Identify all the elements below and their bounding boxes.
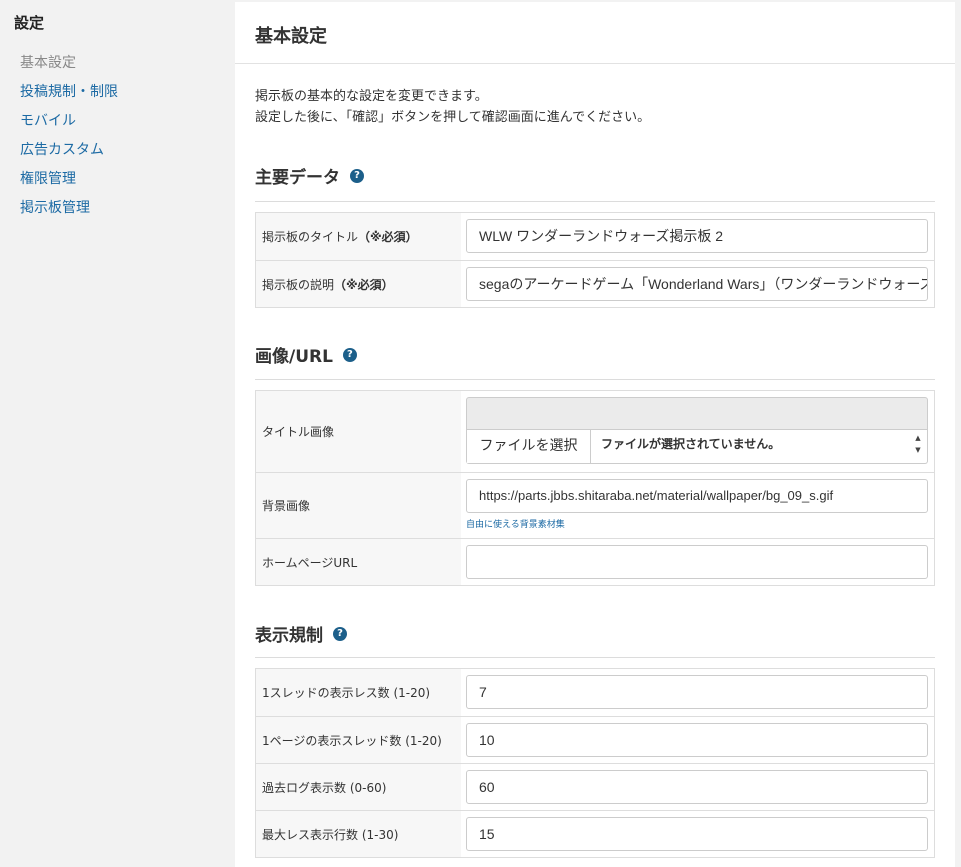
table-row: 1スレッドの表示レス数 (1-20) 7	[256, 669, 934, 716]
homepage-url-input[interactable]	[466, 545, 928, 579]
bg-image-input[interactable]: https://parts.jbbs.shitaraba.net/materia…	[466, 479, 928, 513]
table-row: 掲示板のタイトル （※必須） WLW ワンダーランドウォーズ掲示板 2	[256, 213, 934, 260]
title-image-label: タイトル画像	[256, 391, 461, 472]
page-title: 基本設定	[255, 26, 327, 47]
table-row: タイトル画像 ファイルを選択 ファイルが選択されていません。 ▲ ▼	[256, 391, 934, 472]
spin-up-icon[interactable]: ▲	[913, 432, 923, 444]
section-heading-text: 画像/URL	[255, 347, 333, 367]
required-mark: （※必須）	[334, 277, 394, 292]
board-title-label: 掲示板のタイトル （※必須）	[256, 213, 461, 260]
intro-line-2: 設定した後に、「確認」ボタンを押して確認画面に進んでください。	[255, 110, 651, 125]
sidebar-title: 設定	[14, 14, 45, 32]
sidebar-item-ad-custom[interactable]: 広告カスタム	[20, 140, 118, 169]
section-divider	[255, 201, 935, 202]
choose-file-button[interactable]: ファイルを選択	[467, 430, 591, 463]
section-heading-main-data: 主要データ ?	[255, 163, 364, 188]
section-heading-text: 主要データ	[255, 168, 340, 188]
page-thread-count-input[interactable]: 10	[466, 723, 928, 757]
help-icon[interactable]: ?	[333, 626, 347, 641]
page-thread-count-label: 1ページの表示スレッド数 (1-20)	[256, 717, 461, 763]
table-row: 最大レス表示行数 (1-30) 15	[256, 810, 934, 857]
help-icon[interactable]: ?	[342, 347, 357, 362]
intro-line-1: 掲示板の基本的な設定を変更できます。	[255, 89, 488, 104]
thread-res-count-input[interactable]: 7	[466, 675, 928, 709]
file-status-text: ファイルが選択されていません。	[601, 437, 781, 451]
sidebar-item-post-restrictions[interactable]: 投稿規制・制限	[20, 82, 118, 111]
file-input: ファイルを選択 ファイルが選択されていません。 ▲ ▼	[466, 430, 928, 464]
max-res-lines-label: 最大レス表示行数 (1-30)	[256, 811, 461, 857]
section-heading-display: 表示規制 ?	[255, 621, 347, 646]
bg-material-link[interactable]: 自由に使える背景素材集	[466, 517, 928, 530]
table-row: ホームページURL	[256, 538, 934, 585]
bg-image-label: 背景画像	[256, 473, 461, 538]
section-heading-text: 表示規制	[255, 626, 323, 646]
intro-text: 掲示板の基本的な設定を変更できます。 設定した後に、「確認」ボタンを押して確認画…	[255, 86, 650, 128]
main-panel: 基本設定 掲示板の基本的な設定を変更できます。 設定した後に、「確認」ボタンを押…	[235, 2, 955, 867]
sidebar-nav: 基本設定 投稿規制・制限 モバイル 広告カスタム 権限管理 掲示板管理	[20, 53, 118, 227]
board-desc-input[interactable]: segaのアーケードゲーム「Wonderland Wars」（ワンダーランドウォ…	[466, 267, 928, 301]
sidebar-item-mobile[interactable]: モバイル	[20, 111, 118, 140]
help-icon[interactable]: ?	[350, 168, 364, 183]
table-row: 掲示板の説明 （※必須） segaのアーケードゲーム「Wonderland War…	[256, 260, 934, 307]
table-row: 1ページの表示スレッド数 (1-20) 10	[256, 716, 934, 763]
sidebar-item-basic-settings[interactable]: 基本設定	[20, 53, 118, 82]
table-row: 過去ログ表示数 (0-60) 60	[256, 763, 934, 810]
display-table: 1スレッドの表示レス数 (1-20) 7 1ページの表示スレッド数 (1-20)…	[255, 668, 935, 858]
main-data-table: 掲示板のタイトル （※必須） WLW ワンダーランドウォーズ掲示板 2 掲示板の説…	[255, 212, 935, 308]
sidebar-item-permissions[interactable]: 権限管理	[20, 169, 118, 198]
spin-down-icon[interactable]: ▼	[913, 444, 923, 456]
title-image-preview	[466, 397, 928, 430]
past-log-count-label: 過去ログ表示数 (0-60)	[256, 764, 461, 810]
max-res-lines-input[interactable]: 15	[466, 817, 928, 851]
image-url-table: タイトル画像 ファイルを選択 ファイルが選択されていません。 ▲ ▼ 背景画像	[255, 390, 935, 586]
table-row: 背景画像 https://parts.jbbs.shitaraba.net/ma…	[256, 472, 934, 538]
homepage-url-label: ホームページURL	[256, 539, 461, 585]
main-header: 基本設定	[235, 2, 955, 64]
required-mark: （※必須）	[358, 230, 418, 244]
sidebar-item-board-management[interactable]: 掲示板管理	[20, 198, 118, 227]
scroll-spinner[interactable]: ▲ ▼	[913, 432, 923, 456]
thread-res-count-label: 1スレッドの表示レス数 (1-20)	[256, 669, 461, 716]
board-title-input[interactable]: WLW ワンダーランドウォーズ掲示板 2	[466, 219, 928, 253]
past-log-count-input[interactable]: 60	[466, 770, 928, 804]
section-heading-image-url: 画像/URL ?	[255, 342, 357, 367]
section-divider	[255, 379, 935, 380]
sidebar: 設定 基本設定 投稿規制・制限 モバイル 広告カスタム 権限管理 掲示板管理	[0, 0, 234, 867]
section-divider	[255, 657, 935, 658]
board-desc-label: 掲示板の説明 （※必須）	[256, 261, 461, 307]
